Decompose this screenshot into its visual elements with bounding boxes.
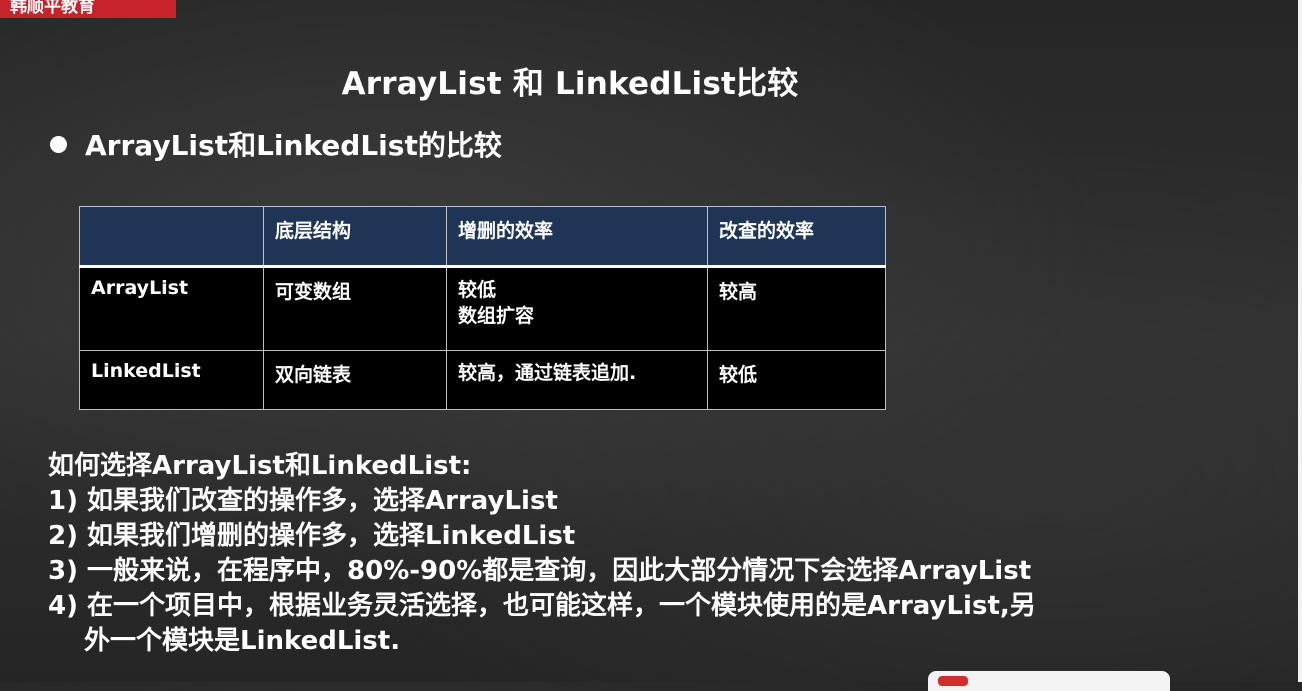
choose-item: 4) 在一个项目中，根据业务灵活选择，也可能这样，一个模块使用的是ArrayLi… [48,591,1036,621]
table-header-empty [79,206,264,268]
table-row: LinkedList 双向链表 较高，通过链表追加. 较低 [79,350,886,410]
table-header-structure: 底层结构 [263,206,447,268]
table-cell-name: LinkedList [79,350,264,410]
table-header-row: 底层结构 增删的效率 改查的效率 [79,206,886,268]
comparison-table: 底层结构 增删的效率 改查的效率 ArrayList 可变数组 较低 数组扩容 … [79,206,886,410]
table-header-add-delete: 增删的效率 [446,206,708,268]
window-edge [1298,0,1302,682]
choose-item: 1) 如果我们改查的操作多，选择ArrayList [48,486,558,516]
slide-title: ArrayList 和 LinkedList比较 [341,66,799,102]
cell-line: 较高，通过链表追加. [458,362,637,384]
choose-guidance: 如何选择ArrayList和LinkedList: 1) 如果我们改查的操作多，… [48,449,1036,659]
choose-item-continuation: 外一个模块是LinkedList. [84,626,401,656]
table-cell-structure: 可变数组 [263,266,447,351]
player-widget[interactable] [928,671,1170,691]
table-cell-add-delete: 较高，通过链表追加. [446,350,708,410]
bullet-item: ArrayList和LinkedList的比较 [50,124,502,164]
brand-logo-text: 韩顺平教育 [10,0,95,17]
choose-item: 3) 一般来说，在程序中，80%-90%都是查询，因此大部分情况下会选择Arra… [48,556,1032,586]
cell-line: 较低 [458,279,497,301]
table-cell-modify-query: 较低 [707,350,886,410]
table-header-modify-query: 改查的效率 [707,206,886,268]
bullet-text: ArrayList和LinkedList的比较 [85,129,502,162]
choose-heading: 如何选择ArrayList和LinkedList: [48,451,472,481]
table-cell-add-delete: 较低 数组扩容 [446,266,708,351]
record-icon [938,676,968,686]
table-cell-modify-query: 较高 [707,266,886,351]
table-row: ArrayList 可变数组 较低 数组扩容 较高 [79,266,886,351]
table-cell-structure: 双向链表 [263,350,447,410]
choose-item: 2) 如果我们增删的操作多，选择LinkedList [48,521,576,551]
bullet-dot-icon [50,135,67,153]
table-cell-name: ArrayList [79,266,264,351]
brand-logo: 韩顺平教育 [0,0,176,18]
cell-line: 数组扩容 [458,305,535,327]
